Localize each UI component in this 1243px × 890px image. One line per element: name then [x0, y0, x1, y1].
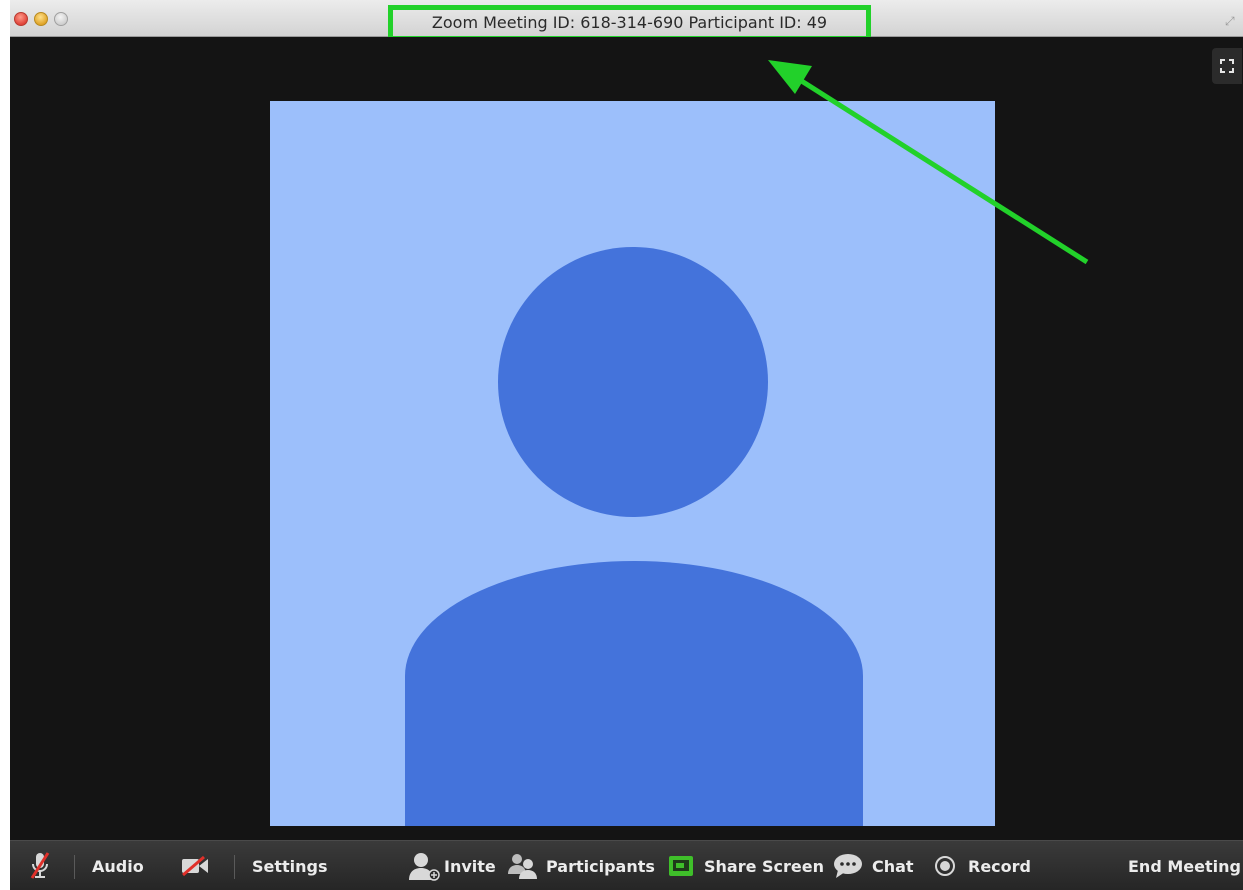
toolbar-separator	[234, 855, 235, 879]
share-screen-button[interactable]: Share Screen	[668, 841, 824, 890]
avatar-head	[498, 247, 768, 517]
close-window-button[interactable]	[14, 12, 28, 26]
participants-icon	[506, 852, 540, 880]
chat-label: Chat	[872, 856, 914, 876]
invite-person-icon	[408, 851, 442, 881]
fullscreen-button[interactable]	[1212, 48, 1242, 84]
mute-button[interactable]	[28, 841, 52, 890]
invite-label: Invite	[444, 856, 496, 876]
share-screen-label: Share Screen	[704, 856, 825, 876]
window-title: Zoom Meeting ID: 618-314-690 Participant…	[388, 5, 871, 41]
resize-icon: ⤢	[1225, 14, 1235, 28]
invite-button[interactable]: Invite	[408, 841, 496, 890]
participants-button[interactable]: Participants	[506, 841, 655, 890]
participants-label: Participants	[546, 856, 655, 876]
record-label: Record	[968, 856, 1031, 876]
video-toggle-button[interactable]	[180, 841, 210, 890]
end-meeting-button[interactable]: End Meeting	[1128, 841, 1241, 890]
toolbar-separator	[74, 855, 75, 879]
video-off-icon	[180, 855, 210, 877]
share-screen-icon	[668, 855, 694, 877]
fullscreen-icon	[1220, 59, 1234, 73]
record-icon	[934, 855, 956, 877]
maximize-window-button[interactable]	[54, 12, 68, 26]
minimize-window-button[interactable]	[34, 12, 48, 26]
microphone-muted-icon	[28, 850, 52, 882]
chat-button[interactable]: Chat	[832, 841, 914, 890]
avatar-body	[405, 561, 863, 826]
participant-video-tile[interactable]	[270, 101, 995, 826]
settings-button[interactable]: Settings	[252, 841, 328, 890]
record-button[interactable]: Record	[934, 841, 1031, 890]
meeting-toolbar: Audio Settings Invite Participants Share…	[10, 840, 1243, 890]
audio-button[interactable]: Audio	[92, 841, 144, 890]
chat-bubble-icon	[832, 853, 864, 879]
